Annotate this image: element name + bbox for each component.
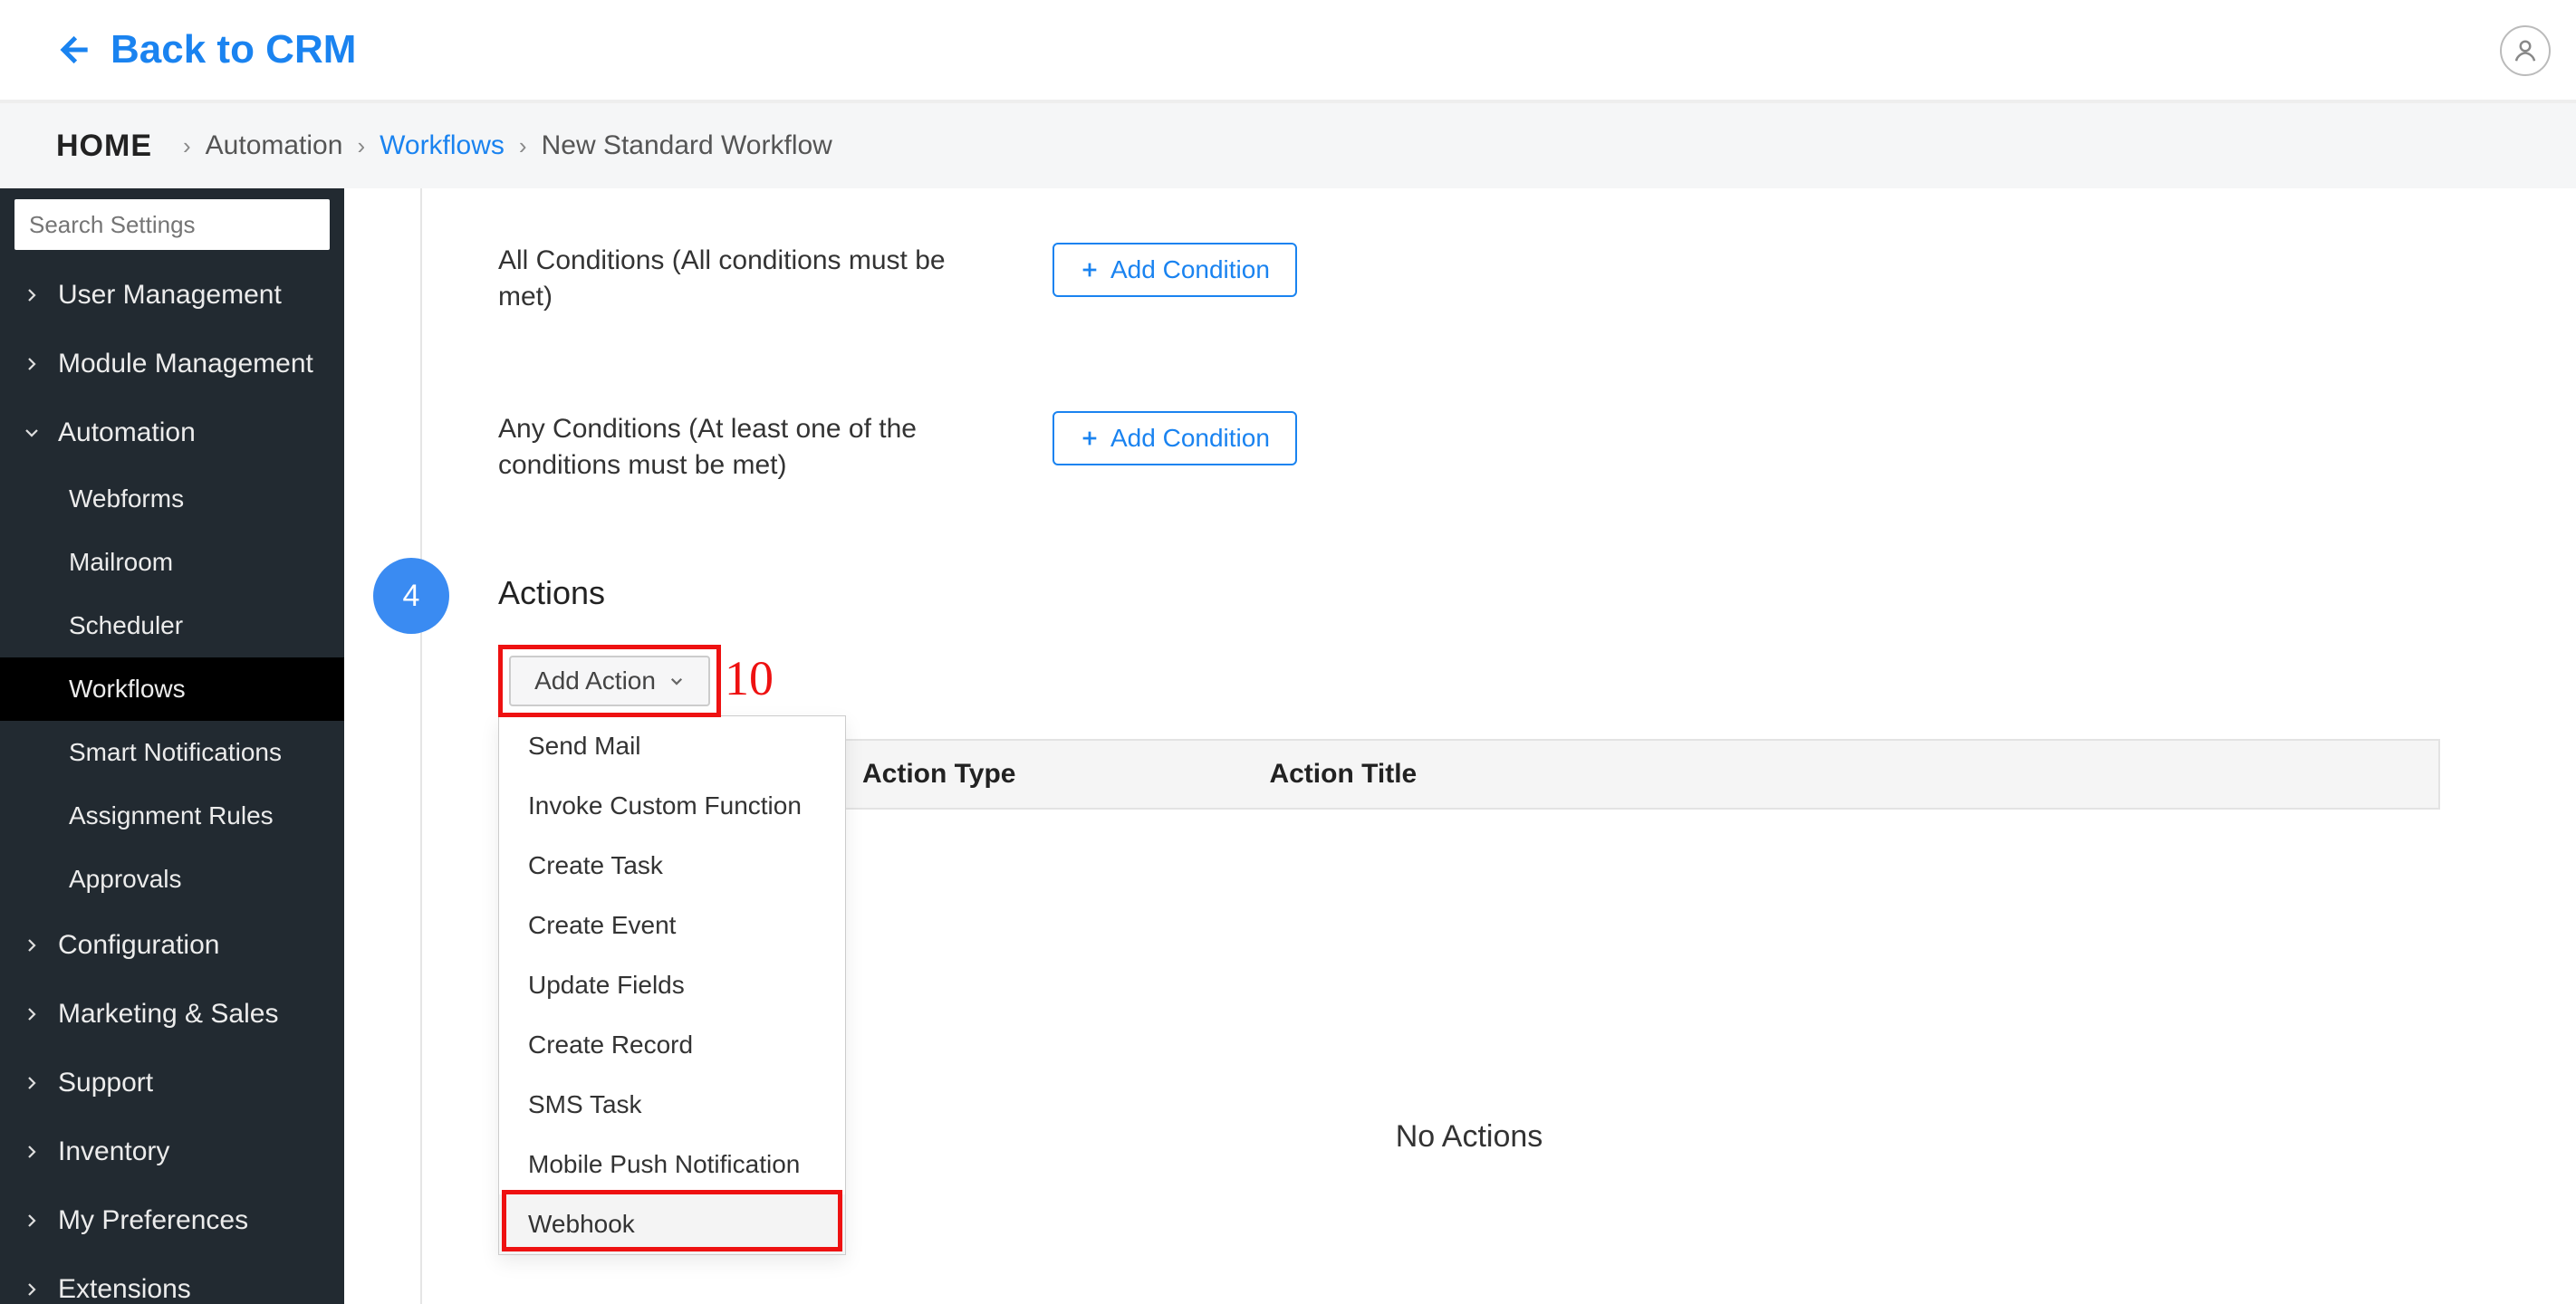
- breadcrumb-item[interactable]: Automation: [206, 130, 343, 161]
- sidebar-item-inventory[interactable]: Inventory: [0, 1117, 344, 1186]
- add-action-dropdown: Send Mail Invoke Custom Function Create …: [498, 715, 846, 1255]
- any-conditions-label: Any Conditions (At least one of the cond…: [498, 411, 951, 484]
- sidebar-item-configuration[interactable]: Configuration: [0, 911, 344, 980]
- sidebar-subitem-smart-notifications[interactable]: Smart Notifications: [0, 721, 344, 784]
- chevron-right-icon: ›: [519, 132, 527, 160]
- chevron-right-icon: [22, 1144, 42, 1160]
- chevron-down-icon: [668, 673, 685, 689]
- sidebar-item-user-management[interactable]: User Management: [0, 261, 344, 330]
- chevron-right-icon: ›: [183, 132, 191, 160]
- dropdown-item-create-record[interactable]: Create Record: [499, 1015, 845, 1075]
- sidebar-subitem-webforms[interactable]: Webforms: [0, 467, 344, 531]
- chevron-right-icon: [22, 1075, 42, 1091]
- annotation-number: 10: [725, 650, 774, 706]
- sidebar-item-marketing-sales[interactable]: Marketing & Sales: [0, 980, 344, 1049]
- chevron-right-icon: [22, 1281, 42, 1298]
- sidebar-subitem-assignment-rules[interactable]: Assignment Rules: [0, 784, 344, 848]
- workflow-editor-main: All Conditions (All conditions must be m…: [344, 188, 2576, 1304]
- chevron-right-icon: [22, 1006, 42, 1022]
- chevron-right-icon: [22, 937, 42, 954]
- actions-section-title: Actions: [498, 574, 605, 612]
- settings-sidebar: User Management Module Management Automa…: [0, 188, 344, 1304]
- step-number-badge: 4: [373, 558, 449, 634]
- sidebar-subitem-scheduler[interactable]: Scheduler: [0, 594, 344, 657]
- chevron-right-icon: ›: [357, 132, 365, 160]
- col-action-title: Action Title: [1015, 759, 1417, 790]
- breadcrumb-item-link[interactable]: Workflows: [380, 130, 505, 161]
- dropdown-item-sms-task[interactable]: SMS Task: [499, 1075, 845, 1135]
- breadcrumb: HOME › Automation › Workflows › New Stan…: [0, 101, 2576, 188]
- add-condition-any-button[interactable]: Add Condition: [1053, 411, 1297, 465]
- sidebar-subitem-approvals[interactable]: Approvals: [0, 848, 344, 911]
- person-icon: [2512, 37, 2539, 64]
- dropdown-item-invoke-custom-function[interactable]: Invoke Custom Function: [499, 776, 845, 836]
- arrow-left-icon: [54, 32, 91, 68]
- chevron-right-icon: [22, 1213, 42, 1229]
- sidebar-subitem-mailroom[interactable]: Mailroom: [0, 531, 344, 594]
- sidebar-item-my-preferences[interactable]: My Preferences: [0, 1186, 344, 1255]
- plus-icon: [1080, 260, 1100, 280]
- chevron-right-icon: [22, 356, 42, 372]
- all-conditions-label: All Conditions (All conditions must be m…: [498, 243, 951, 315]
- sidebar-subitem-workflows[interactable]: Workflows: [0, 657, 344, 721]
- add-action-button[interactable]: Add Action: [509, 656, 710, 706]
- sidebar-item-extensions[interactable]: Extensions: [0, 1255, 344, 1304]
- dropdown-item-create-task[interactable]: Create Task: [499, 836, 845, 896]
- dropdown-item-mobile-push[interactable]: Mobile Push Notification: [499, 1135, 845, 1194]
- step-connector-line: [420, 188, 422, 1304]
- back-label: Back to CRM: [111, 27, 356, 72]
- sidebar-item-support[interactable]: Support: [0, 1049, 344, 1117]
- sidebar-item-module-management[interactable]: Module Management: [0, 330, 344, 398]
- add-condition-all-button[interactable]: Add Condition: [1053, 243, 1297, 297]
- plus-icon: [1080, 428, 1100, 448]
- dropdown-item-webhook[interactable]: Webhook: [499, 1194, 845, 1254]
- user-avatar[interactable]: [2500, 25, 2551, 76]
- breadcrumb-item: New Standard Workflow: [542, 130, 832, 161]
- top-bar: Back to CRM: [0, 0, 2576, 101]
- chevron-down-icon: [22, 425, 42, 441]
- search-settings-input[interactable]: [14, 199, 330, 250]
- chevron-right-icon: [22, 287, 42, 303]
- sidebar-item-automation[interactable]: Automation: [0, 398, 344, 467]
- dropdown-item-create-event[interactable]: Create Event: [499, 896, 845, 955]
- breadcrumb-home[interactable]: HOME: [56, 129, 152, 164]
- back-to-crm-link[interactable]: Back to CRM: [54, 27, 356, 72]
- dropdown-item-send-mail[interactable]: Send Mail: [499, 716, 845, 776]
- dropdown-item-update-fields[interactable]: Update Fields: [499, 955, 845, 1015]
